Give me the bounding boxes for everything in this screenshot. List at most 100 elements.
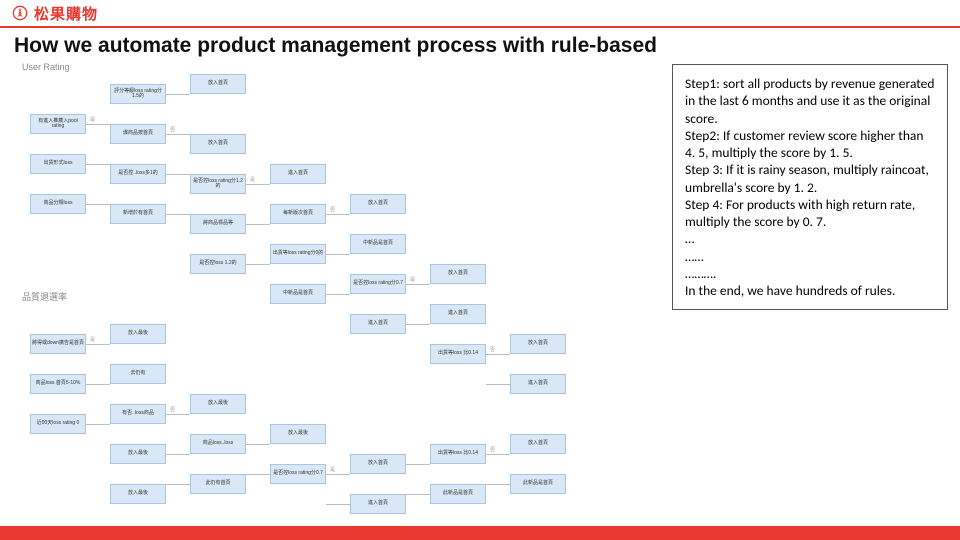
rules-line: …… (685, 248, 935, 265)
flow-node: 放入首頁 (350, 454, 406, 474)
flow-node: 近90天loss rating 0 (30, 414, 86, 434)
flow-node: 此新品是首頁 (430, 484, 486, 504)
flow-node: 放入最後 (110, 484, 166, 504)
flow-node: 評分等級loss rating分1.5的 (110, 84, 166, 104)
edge (166, 454, 190, 455)
edge (406, 324, 430, 325)
edge-label: 否 (170, 126, 175, 133)
flow-node: 將得或down廣告是首頁 (30, 334, 86, 354)
edge (246, 444, 270, 445)
header-bar: 松果購物 (0, 0, 960, 28)
edge (166, 94, 190, 95)
footer-bar (0, 526, 960, 540)
flow-node: 商品分類loss (30, 194, 86, 214)
flow-node: 商品loss 首頁5-10% (30, 374, 86, 394)
edge (86, 344, 110, 345)
edge-label: 是 (330, 466, 335, 473)
edge (246, 224, 270, 225)
flow-node: 放入最後 (110, 444, 166, 464)
rules-line: In the end, we have hundreds of rules. (685, 282, 935, 299)
flow-node: 出貨等loss 比0.14 (430, 344, 486, 364)
slide-body: User Rating 品質退選率 有進入推薦入pool rating 出貨形式… (0, 60, 960, 522)
flow-node: 出貨形式loss (30, 154, 86, 174)
flow-node: 爆商品按首頁 (110, 124, 166, 144)
edge (326, 294, 350, 295)
flow-node: 是否控loss rating分0.7 (350, 274, 406, 294)
rules-line: … (685, 230, 935, 247)
edge (246, 474, 270, 475)
rules-line: Step1: sort all products by revenue gene… (685, 75, 935, 127)
flow-node: 有進入推薦入pool rating (30, 114, 86, 134)
edge-label: 是 (90, 336, 95, 343)
edge (326, 254, 350, 255)
flow-node: 中新品是首頁 (350, 234, 406, 254)
rules-line: Step 4: For products with high return ra… (685, 196, 935, 231)
edge-label: 是 (90, 116, 95, 123)
edge-label: 是 (410, 276, 415, 283)
edge-label: 否 (490, 346, 495, 353)
flow-node: 放入首頁 (190, 134, 246, 154)
rules-text-box: Step1: sort all products by revenue gene… (672, 64, 948, 310)
edge (166, 214, 190, 215)
flow-node: 放入首頁 (350, 194, 406, 214)
edge (406, 494, 430, 495)
flow-node: 此新品是首頁 (510, 474, 566, 494)
flow-node: 放入首頁 (510, 434, 566, 454)
flow-node: 進入首頁 (510, 374, 566, 394)
pinecone-logo-icon (12, 5, 28, 21)
edge (486, 354, 510, 355)
flow-node: 進入首頁 (350, 314, 406, 334)
flow-node: 是否控loss rating分1.2的 (190, 174, 246, 194)
edge (406, 284, 430, 285)
edge (486, 454, 510, 455)
page-title: How we automate product management proce… (0, 28, 960, 60)
edge (326, 504, 350, 505)
flow-node: 進入首頁 (430, 304, 486, 324)
flow-node: 放入最後 (190, 394, 246, 414)
flow-node: 此仍有首頁 (190, 474, 246, 494)
flow-node: 是否控..loss多1的 (110, 164, 166, 184)
edge (86, 384, 110, 385)
rules-line: Step 3: If it is rainy season, multiply … (685, 161, 935, 196)
edge (166, 134, 190, 135)
logo-text: 松果購物 (34, 3, 98, 24)
flow-node: 放入最後 (110, 324, 166, 344)
flow-node: 每新版次首頁 (270, 204, 326, 224)
edge-label: 否 (330, 206, 335, 213)
flow-node: 將商品標品等 (190, 214, 246, 234)
edge-label: 否 (170, 406, 175, 413)
flow-node: 中新品是首頁 (270, 284, 326, 304)
rules-line: Step2: If customer review score higher t… (685, 127, 935, 162)
edge (86, 164, 110, 165)
edge (166, 484, 190, 485)
flow-node: 是否控loss rating分0.7 (270, 464, 326, 484)
edge (486, 484, 510, 485)
flow-node: 新增於有首頁 (110, 204, 166, 224)
flow-node: 放入首頁 (510, 334, 566, 354)
edge (86, 124, 110, 125)
flowchart-diagram: 有進入推薦入pool rating 出貨形式loss 商品分類loss 評分等級… (30, 64, 620, 504)
flow-node: 進入首頁 (350, 494, 406, 514)
flow-node: 進入首頁 (270, 164, 326, 184)
flow-node: 商品loss..loss (190, 434, 246, 454)
flow-node: 出貨等loss rating分0的 (270, 244, 326, 264)
flow-node: 放入首頁 (190, 74, 246, 94)
edge-label: 是 (250, 176, 255, 183)
edge (166, 174, 190, 175)
flow-node: 出貨等loss 比0.14 (430, 444, 486, 464)
edge (246, 264, 270, 265)
edge (406, 464, 430, 465)
edge (86, 424, 110, 425)
edge-label: 否 (490, 446, 495, 453)
rules-line: ………. (685, 265, 935, 282)
flow-node: 放入最後 (270, 424, 326, 444)
edge (86, 204, 110, 205)
edge (486, 384, 510, 385)
edge (326, 214, 350, 215)
flow-node: 去仍有 (110, 364, 166, 384)
flow-node: 是否控loss 1.2的 (190, 254, 246, 274)
edge (246, 184, 270, 185)
flow-node: 有否..loss商品 (110, 404, 166, 424)
flow-node: 放入首頁 (430, 264, 486, 284)
edge (166, 414, 190, 415)
